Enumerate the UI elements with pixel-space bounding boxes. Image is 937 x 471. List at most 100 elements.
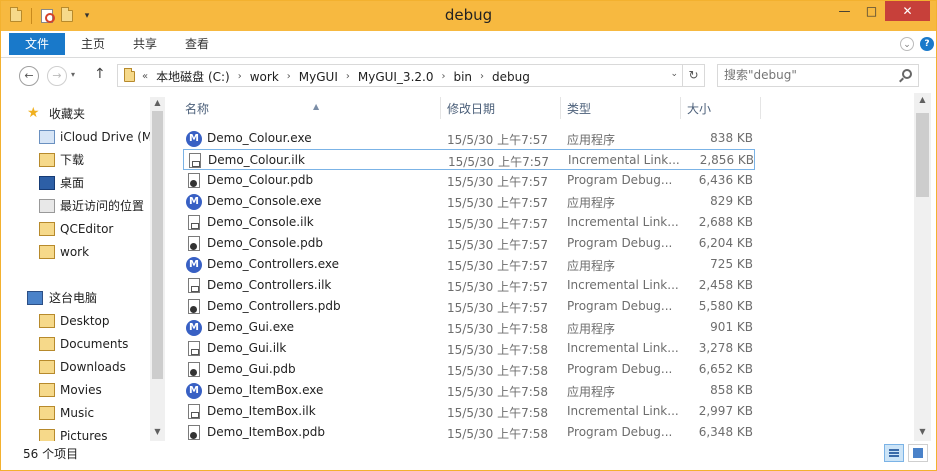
sidebar-item-recent-places[interactable]: 最近访问的位置 <box>39 195 151 217</box>
file-date: 15/5/30 上午7:57 <box>447 217 549 231</box>
sidebar-item-downloads-folder[interactable]: Downloads <box>39 356 151 378</box>
file-row[interactable]: Demo_Colour.pdb 15/5/30 上午7:57 Program Deb… <box>183 170 755 191</box>
title-bar[interactable]: ▾ debug — □ ✕ <box>1 1 936 31</box>
breadcrumb-separator-icon[interactable]: › <box>441 71 445 82</box>
overflow-chevron-icon[interactable]: « <box>142 71 148 82</box>
sidebar-item-movies[interactable]: Movies <box>39 379 151 401</box>
tab-view[interactable]: 查看 <box>175 33 219 55</box>
sidebar-item-label: 收藏夹 <box>49 107 86 121</box>
breadcrumb-separator-icon[interactable]: › <box>346 71 350 82</box>
breadcrumb-mygui[interactable]: MyGUI <box>299 70 338 84</box>
breadcrumb-separator-icon[interactable]: › <box>480 71 484 82</box>
column-header-name[interactable]: 名称 ▲ <box>185 97 435 121</box>
desktop-folder-icon <box>39 314 55 328</box>
file-row[interactable]: M Demo_Controllers.exe 15/5/30 上午7:57 应用程序 7… <box>183 254 755 275</box>
column-header-date[interactable]: 修改日期 <box>447 97 557 121</box>
tab-file[interactable]: 文件 <box>9 33 65 55</box>
file-row[interactable]: M Demo_ItemBox.exe 15/5/30 上午7:58 应用程序 858 K… <box>183 380 755 401</box>
sidebar-this-pc-header[interactable]: 这台电脑 <box>27 287 151 309</box>
document-icon <box>189 153 201 168</box>
minimize-button[interactable]: — <box>831 1 858 21</box>
scroll-up-icon[interactable]: ▲ <box>914 95 931 104</box>
help-icon[interactable]: ? <box>920 37 934 51</box>
maximize-button[interactable]: □ <box>858 1 885 21</box>
sidebar-item-qceditor[interactable]: QCEditor <box>39 218 151 240</box>
file-date: 15/5/30 上午7:57 <box>447 196 549 210</box>
breadcrumb-separator-icon[interactable]: › <box>287 71 291 82</box>
application-icon: M <box>186 383 202 399</box>
file-row[interactable]: Demo_Gui.pdb 15/5/30 上午7:58 Program Debug.… <box>183 359 755 380</box>
sidebar-item-label: work <box>60 245 90 259</box>
file-row[interactable]: M Demo_Gui.exe 15/5/30 上午7:58 应用程序 901 KB <box>183 317 755 338</box>
file-size: 6,652 KB <box>698 362 753 376</box>
file-row[interactable]: Demo_Colour.ilk 15/5/30 上午7:57 Incremental… <box>183 149 755 170</box>
navigation-pane-scrollbar[interactable]: ▲ ▼ <box>150 97 165 441</box>
forward-button[interactable]: → <box>47 66 67 86</box>
file-row[interactable]: Demo_ItemBox.ilk 15/5/30 上午7:58 Incrementa… <box>183 401 755 422</box>
back-button[interactable]: ← <box>19 66 39 86</box>
scroll-down-icon[interactable]: ▼ <box>914 427 931 436</box>
scroll-up-icon[interactable]: ▲ <box>150 98 165 107</box>
file-row[interactable]: Demo_ItemBox.pdb 15/5/30 上午7:58 Program De… <box>183 422 755 443</box>
address-bar[interactable]: « 本地磁盘 (C:) › work › MyGUI › MyGUI_3.2.0… <box>117 64 705 87</box>
close-button[interactable]: ✕ <box>885 1 930 21</box>
column-header-size[interactable]: 大小 <box>687 97 757 121</box>
recent-locations-dropdown-icon[interactable]: ▾ <box>71 70 75 79</box>
scroll-down-icon[interactable]: ▼ <box>150 427 165 436</box>
breadcrumb-separator-icon[interactable]: › <box>238 71 242 82</box>
sidebar-item-music[interactable]: Music <box>39 402 151 424</box>
sidebar-item-desktop-folder[interactable]: Desktop <box>39 310 151 332</box>
file-row[interactable]: Demo_Controllers.pdb 15/5/30 上午7:57 Progra… <box>183 296 755 317</box>
refresh-icon[interactable]: ↻ <box>682 65 704 86</box>
pdb-file-icon <box>186 173 202 189</box>
file-size: 6,436 KB <box>698 173 753 187</box>
file-date: 15/5/30 上午7:57 <box>447 175 549 189</box>
breadcrumb-local-disk[interactable]: 本地磁盘 (C:) <box>156 68 230 85</box>
address-history-dropdown-icon[interactable]: ⌄ <box>670 69 678 79</box>
search-input[interactable] <box>724 68 894 82</box>
exe-file-icon: M <box>186 383 202 399</box>
search-box[interactable] <box>717 64 919 87</box>
file-type: Program Debug... <box>567 236 673 250</box>
file-list-scrollbar[interactable]: ▲ ▼ <box>914 93 931 441</box>
sidebar-item-pictures[interactable]: Pictures <box>39 425 151 441</box>
file-name: Demo_Console.exe <box>207 194 322 208</box>
application-icon: M <box>186 131 202 147</box>
column-divider[interactable] <box>560 97 561 119</box>
file-row[interactable]: M Demo_Colour.exe 15/5/30 上午7:57 应用程序 838 KB <box>183 128 755 149</box>
sidebar-item-desktop[interactable]: 桌面 <box>39 172 151 194</box>
details-view-button[interactable] <box>884 444 904 462</box>
file-name: Demo_Controllers.pdb <box>207 299 341 313</box>
tab-share[interactable]: 共享 <box>123 33 167 55</box>
breadcrumb-debug[interactable]: debug <box>492 70 530 84</box>
sidebar-favorites-header[interactable]: ★ 收藏夹 <box>27 103 151 125</box>
sidebar-item-work[interactable]: work <box>39 241 151 263</box>
file-row[interactable]: Demo_Console.pdb 15/5/30 上午7:57 Program De… <box>183 233 755 254</box>
breadcrumb-bin[interactable]: bin <box>453 70 472 84</box>
column-divider[interactable] <box>440 97 441 119</box>
scrollbar-thumb[interactable] <box>916 113 929 197</box>
expand-ribbon-icon[interactable]: ⌄ <box>900 37 914 51</box>
file-row[interactable]: Demo_Console.ilk 15/5/30 上午7:57 Incrementa… <box>183 212 755 233</box>
sidebar-item-documents[interactable]: Documents <box>39 333 151 355</box>
file-row[interactable]: Demo_Controllers.ilk 15/5/30 上午7:57 Increm… <box>183 275 755 296</box>
sidebar-item-icloud-drive[interactable]: iCloud Drive (M <box>39 126 151 148</box>
file-row[interactable]: Demo_Gui.ilk 15/5/30 上午7:58 Incremental Li… <box>183 338 755 359</box>
column-divider[interactable] <box>760 97 761 119</box>
search-icon[interactable] <box>902 69 912 79</box>
tab-home[interactable]: 主页 <box>71 33 115 55</box>
sidebar-item-downloads[interactable]: 下载 <box>39 149 151 171</box>
large-icons-view-button[interactable] <box>908 444 928 462</box>
column-header-type[interactable]: 类型 <box>567 97 677 121</box>
breadcrumb: « 本地磁盘 (C:) › work › MyGUI › MyGUI_3.2.0… <box>142 68 530 85</box>
breadcrumb-mygui-version[interactable]: MyGUI_3.2.0 <box>358 70 434 84</box>
scrollbar-thumb[interactable] <box>152 111 163 379</box>
file-size: 6,204 KB <box>698 236 753 250</box>
file-type: Program Debug... <box>567 173 673 187</box>
column-divider[interactable] <box>680 97 681 119</box>
file-row[interactable]: M Demo_Console.exe 15/5/30 上午7:57 应用程序 829 K… <box>183 191 755 212</box>
sidebar-item-label: Downloads <box>60 360 126 374</box>
document-icon <box>188 299 200 314</box>
up-button[interactable]: ↑ <box>94 66 106 82</box>
breadcrumb-work[interactable]: work <box>250 70 279 84</box>
